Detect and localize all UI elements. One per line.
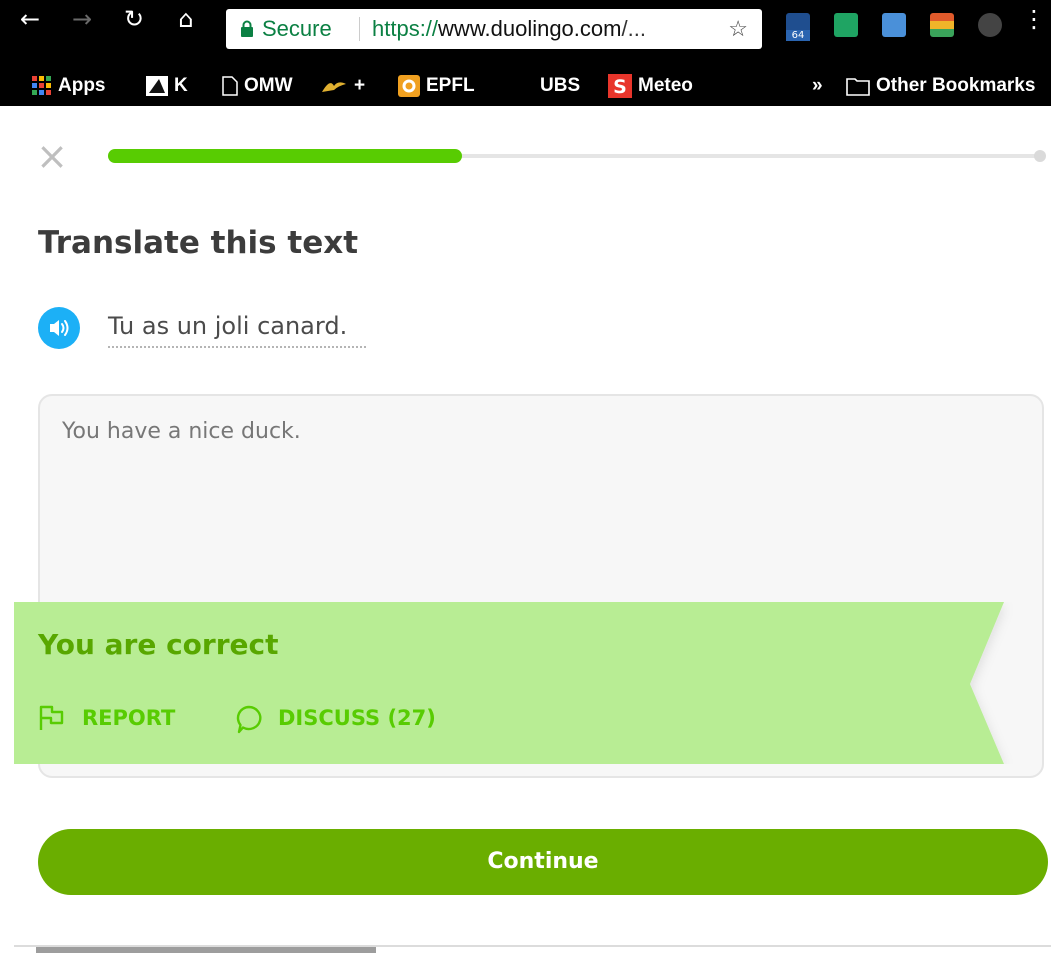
flag-icon [39,705,64,730]
hint-dotted-underline [108,346,366,348]
banner-ribbon-shape [14,602,1004,764]
overflow-chevron: » [812,75,823,96]
bookmark-other-bookmarks[interactable]: Other Bookmarks [846,74,1035,98]
bookmark-label: Apps [58,75,106,96]
undo-extension-icon[interactable] [978,13,1002,37]
answer-text: You have a nice duck. [62,419,301,444]
bookmark-apps[interactable]: Apps [32,74,106,98]
url-scheme: https:// [372,16,439,41]
bookmark-meteo[interactable]: S Meteo [608,74,693,98]
lock-icon [241,20,253,37]
prompt-sentence[interactable]: Tu as un joli canard. [108,308,347,344]
speaker-icon [50,320,69,336]
progress-fill [108,149,462,163]
discuss-button[interactable]: DISCUSS (27) [234,700,464,736]
back-arrow-icon[interactable]: ← [14,4,46,34]
apps-grid-icon [32,75,51,95]
bookmark-plus[interactable]: + [320,74,365,98]
extension-badge: 64 [786,30,810,41]
address-divider [359,17,360,41]
page-icon [222,76,238,96]
bookmarks-overflow-button[interactable]: » [812,74,823,98]
menu-dots-icon[interactable]: ⋮ [1022,4,1046,34]
page-title: Translate this text [38,225,359,261]
bookmark-star-icon[interactable]: ☆ [728,9,748,49]
feedback-banner [14,602,1018,764]
bookmark-label: K [174,75,188,96]
discuss-label: DISCUSS (27) [278,706,436,730]
bookmark-omw[interactable]: OMW [222,74,293,98]
report-label: REPORT [82,706,176,730]
security-label: Secure [262,16,332,41]
outlook-icon [398,74,420,97]
reload-icon[interactable]: ↻ [118,4,150,34]
svg-text:S: S [613,76,627,98]
home-icon[interactable]: ⌂ [170,4,202,34]
address-bar[interactable]: Secure https://www.duolingo.com/... ☆ [226,9,762,49]
comment-bubble-icon [236,705,262,734]
bookmark-ubs[interactable]: UBS [540,74,580,98]
forward-arrow-icon[interactable]: → [66,4,98,34]
feedback-title: You are correct [38,628,279,661]
browser-nav-row: ← → ↻ ⌂ Secure https://www.duolingo.com/… [0,0,1051,49]
bookmark-label: UBS [540,75,581,96]
url-host: www.duolingo.com [438,16,622,41]
meteo-s-icon: S [608,74,632,98]
progress-end-dot [1034,150,1046,162]
url-rest: /... [621,16,646,41]
url-text: https://www.duolingo.com/... [372,9,646,49]
calendar-extension-icon[interactable]: 64 [786,13,810,41]
k-site-icon [146,75,168,96]
report-button[interactable]: REPORT [38,700,198,736]
page-bottom-edge [36,947,376,953]
bookmark-label: Meteo [638,75,693,97]
bird-icon [322,82,346,92]
translate-extension-icon[interactable] [882,13,906,37]
bookmark-label: EPFL [426,75,475,96]
close-icon[interactable]: × [36,137,68,175]
folder-icon [846,78,870,96]
continue-button[interactable]: Continue [38,829,1048,895]
stack-extension-icon[interactable] [930,13,954,37]
bookmark-label: Other Bookmarks [876,75,1036,96]
bookmark-label: + [354,75,366,96]
bookmark-label: OMW [244,75,293,96]
bookmark-epfl[interactable]: EPFL [398,74,475,98]
bookmark-k[interactable]: K [146,74,188,98]
bookmarks-list: Apps K OMW + EPFL UBS S Meteo » Other Bo… [0,66,1051,106]
sync-extension-icon[interactable] [834,13,858,37]
speaker-button[interactable] [38,307,80,349]
